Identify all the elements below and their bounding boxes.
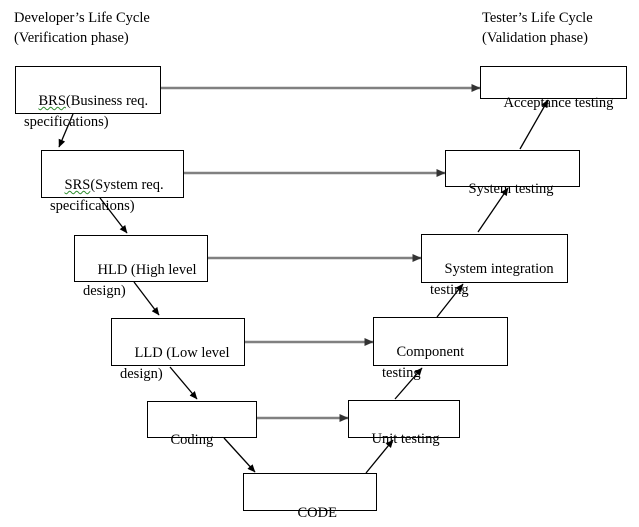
node-system-integration-testing[interactable]: System integration testing xyxy=(421,234,568,298)
node-code[interactable]: CODE xyxy=(243,473,377,521)
node-hld-label: HLD (High level design) xyxy=(83,262,197,299)
node-srs[interactable]: SRS(System req. specifications) xyxy=(41,150,184,214)
developer-lifecycle-heading: Developer’s Life Cycle (Verification pha… xyxy=(14,10,150,46)
node-component-testing[interactable]: Component testing xyxy=(373,317,508,381)
node-system-integration-testing-label: System integration testing xyxy=(430,261,554,298)
node-component-testing-label: Component testing xyxy=(382,344,465,381)
node-lld-label: LLD (Low level design) xyxy=(120,345,230,382)
node-coding-label: Coding xyxy=(170,432,214,448)
connector-lld-to-coding xyxy=(169,366,198,400)
node-code-label: CODE xyxy=(297,505,337,521)
node-unit-testing[interactable]: Unit testing xyxy=(348,400,460,447)
node-acceptance-testing[interactable]: Acceptance testing xyxy=(480,66,627,111)
tester-lifecycle-heading: Tester’s Life Cycle (Validation phase) xyxy=(482,10,593,46)
node-srs-abbrev: SRS xyxy=(64,177,91,193)
node-system-testing[interactable]: System testing xyxy=(445,150,580,197)
connector-hld-to-lld xyxy=(133,281,160,316)
node-brs-abbrev: BRS xyxy=(38,93,66,109)
node-coding[interactable]: Coding xyxy=(147,401,257,448)
node-unit-testing-label: Unit testing xyxy=(371,431,440,447)
node-hld[interactable]: HLD (High level design) xyxy=(74,235,208,299)
node-lld[interactable]: LLD (Low level design) xyxy=(111,318,245,382)
node-system-testing-label: System testing xyxy=(468,181,554,197)
node-acceptance-testing-label: Acceptance testing xyxy=(503,95,614,111)
v-model-diagram: Developer’s Life Cycle (Verification pha… xyxy=(0,0,639,527)
node-brs[interactable]: BRS(Business req. specifications) xyxy=(15,66,161,130)
connector-coding-to-code xyxy=(223,437,256,473)
